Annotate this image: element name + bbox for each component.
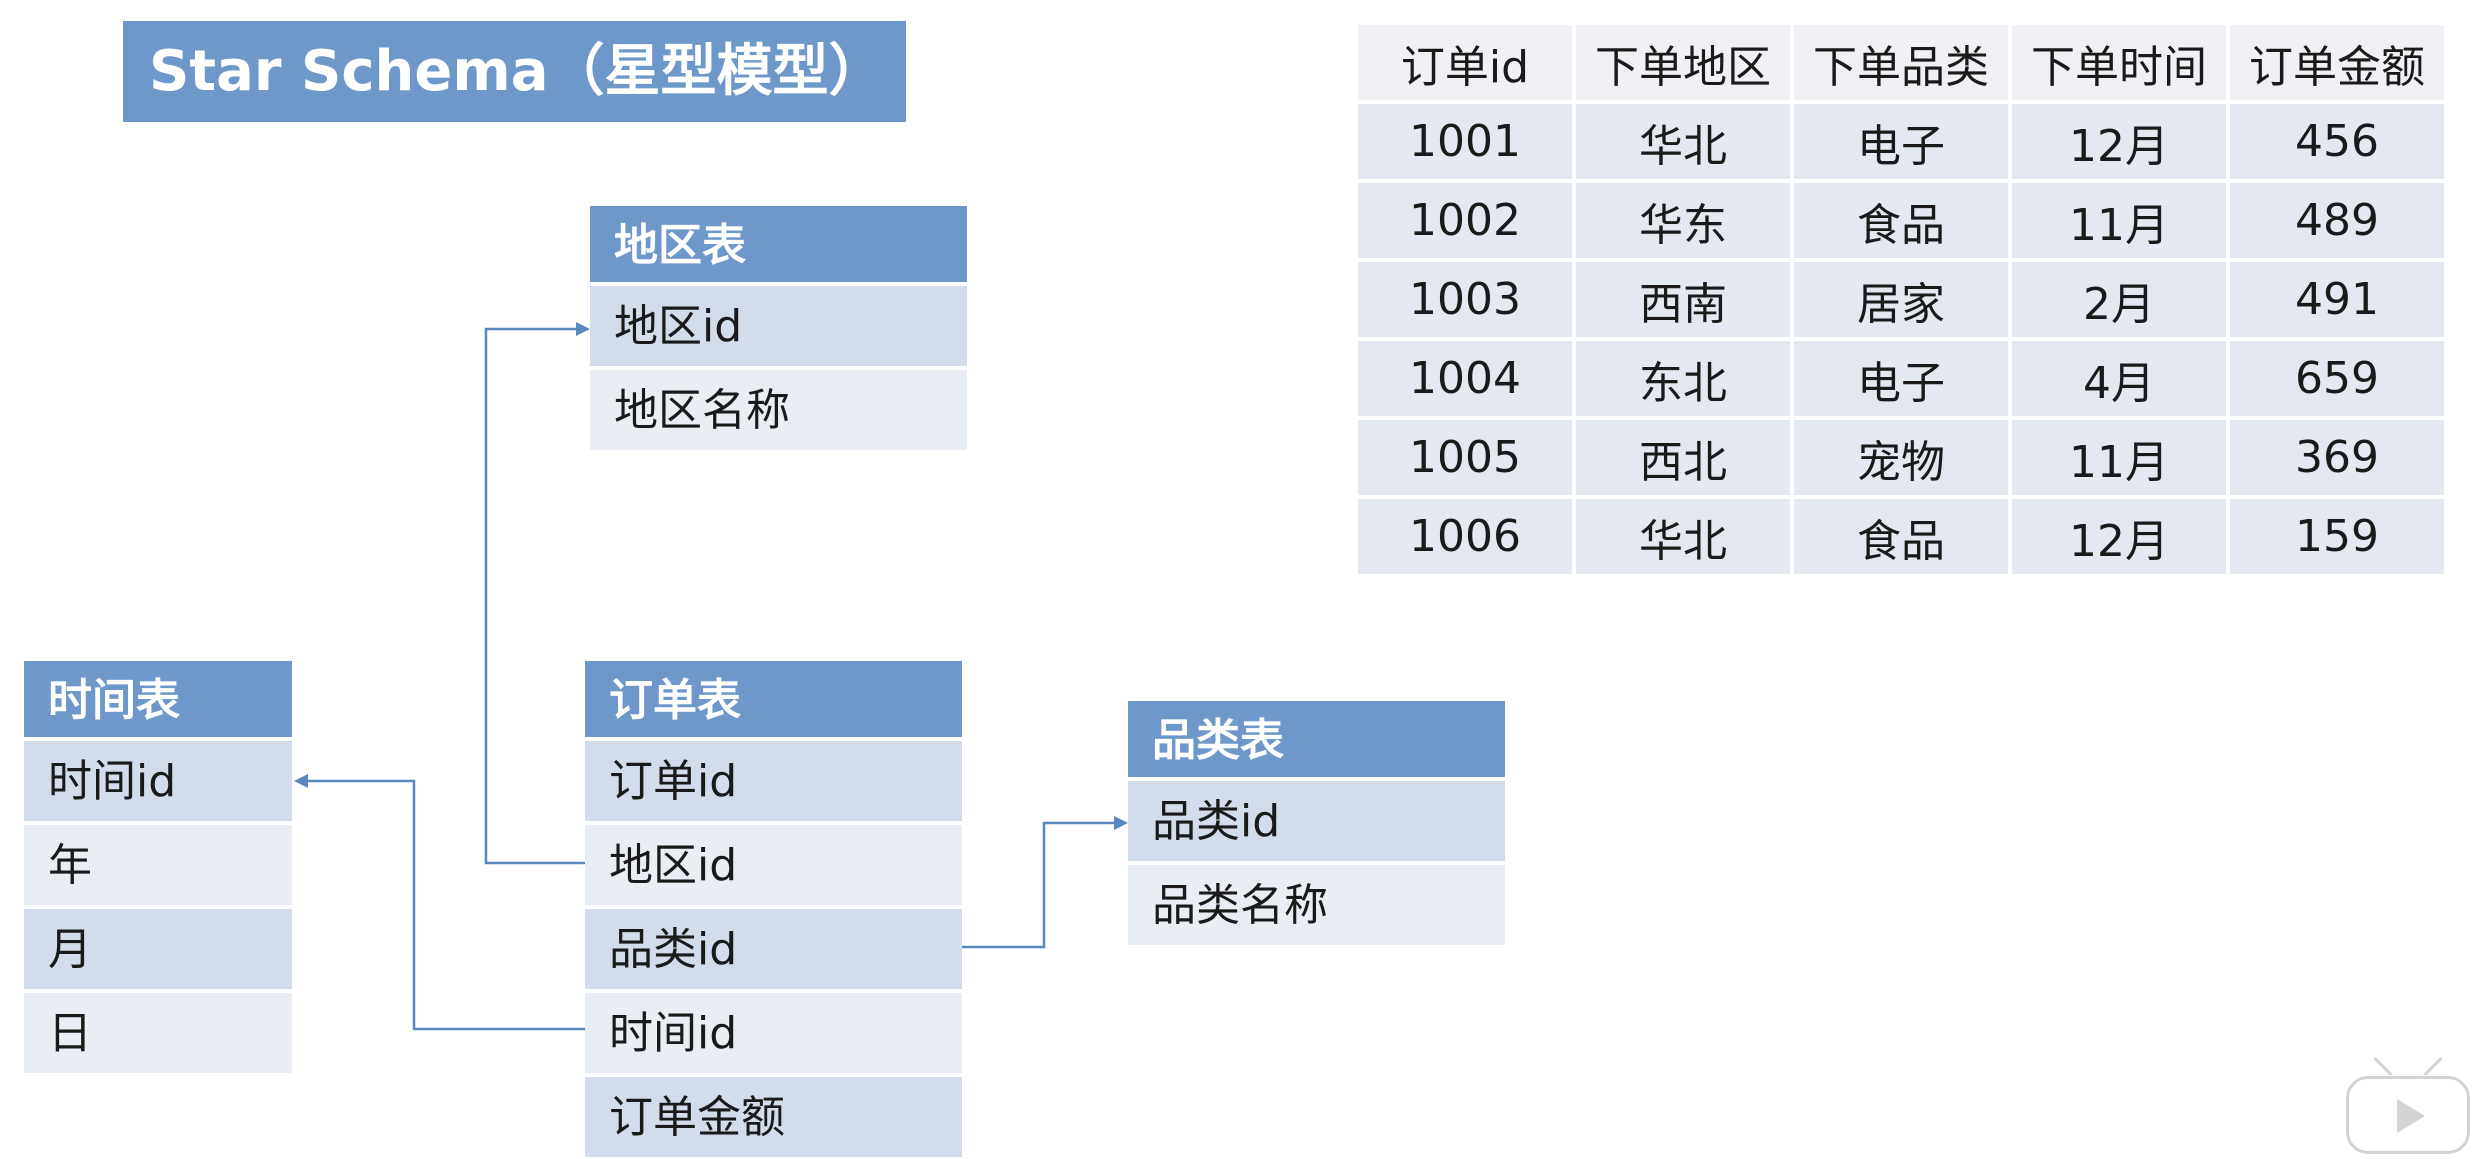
table-cell: 1006 [1358, 499, 1572, 574]
table-cell: 1003 [1358, 262, 1572, 337]
category-field-category-name: 品类名称 [1128, 865, 1505, 945]
table-row: 1001 华北 电子 12月 456 [1358, 104, 2444, 179]
table-cell: 11月 [2012, 420, 2226, 495]
time-field-day: 日 [24, 993, 292, 1073]
time-table-header: 时间表 [24, 661, 292, 737]
column-header: 下单地区 [1576, 25, 1790, 100]
table-row: 1006 华北 食品 12月 159 [1358, 499, 2444, 574]
region-field-region-name: 地区名称 [590, 370, 967, 450]
table-cell: 食品 [1794, 499, 2008, 574]
region-table-entity: 地区表 地区id 地区名称 [590, 206, 967, 450]
table-row: 1004 东北 电子 4月 659 [1358, 341, 2444, 416]
table-row: 1002 华东 食品 11月 489 [1358, 183, 2444, 258]
table-cell: 居家 [1794, 262, 2008, 337]
table-cell: 11月 [2012, 183, 2226, 258]
category-field-category-id: 品类id [1128, 781, 1505, 861]
table-cell: 456 [2230, 104, 2444, 179]
table-cell: 华东 [1576, 183, 1790, 258]
table-cell: 4月 [2012, 341, 2226, 416]
table-cell: 489 [2230, 183, 2444, 258]
order-field-order-id: 订单id [585, 741, 962, 821]
connector-order-region [484, 322, 590, 865]
region-field-region-id: 地区id [590, 286, 967, 366]
category-table-header: 品类表 [1128, 701, 1505, 777]
table-cell: 宠物 [1794, 420, 2008, 495]
column-header: 下单时间 [2012, 25, 2226, 100]
table-cell: 食品 [1794, 183, 2008, 258]
time-field-month: 月 [24, 909, 292, 989]
order-field-category-id: 品类id [585, 909, 962, 989]
table-cell: 1001 [1358, 104, 1572, 179]
table-cell: 华北 [1576, 499, 1790, 574]
table-cell: 12月 [2012, 499, 2226, 574]
table-row: 1003 西南 居家 2月 491 [1358, 262, 2444, 337]
order-field-time-id: 时间id [585, 993, 962, 1073]
order-field-amount: 订单金额 [585, 1077, 962, 1157]
column-header: 订单id [1358, 25, 1572, 100]
table-cell: 1004 [1358, 341, 1572, 416]
category-table-entity: 品类表 品类id 品类名称 [1128, 701, 1505, 945]
table-cell: 369 [2230, 420, 2444, 495]
order-table-header: 订单表 [585, 661, 962, 737]
time-field-year: 年 [24, 825, 292, 905]
table-cell: 2月 [2012, 262, 2226, 337]
table-row: 1005 西北 宠物 11月 369 [1358, 420, 2444, 495]
table-cell: 491 [2230, 262, 2444, 337]
video-play-icon[interactable] [2346, 1056, 2470, 1154]
table-cell: 1005 [1358, 420, 1572, 495]
orders-data-table: 订单id 下单地区 下单品类 下单时间 订单金额 1001 华北 电子 12月 … [1354, 21, 2448, 578]
play-triangle-icon [2397, 1099, 2425, 1133]
column-header: 下单品类 [1794, 25, 2008, 100]
table-header-row: 订单id 下单地区 下单品类 下单时间 订单金额 [1358, 25, 2444, 100]
table-cell: 电子 [1794, 104, 2008, 179]
table-cell: 东北 [1576, 341, 1790, 416]
table-cell: 12月 [2012, 104, 2226, 179]
connector-order-time [294, 774, 585, 1031]
connector-order-category [962, 816, 1128, 949]
region-table-header: 地区表 [590, 206, 967, 282]
table-cell: 电子 [1794, 341, 2008, 416]
table-cell: 西南 [1576, 262, 1790, 337]
order-table-entity: 订单表 订单id 地区id 品类id 时间id 订单金额 [585, 661, 962, 1157]
table-cell: 华北 [1576, 104, 1790, 179]
table-cell: 1002 [1358, 183, 1572, 258]
table-cell: 西北 [1576, 420, 1790, 495]
time-table-entity: 时间表 时间id 年 月 日 [24, 661, 292, 1073]
table-cell: 159 [2230, 499, 2444, 574]
order-field-region-id: 地区id [585, 825, 962, 905]
table-cell: 659 [2230, 341, 2444, 416]
column-header: 订单金额 [2230, 25, 2444, 100]
time-field-time-id: 时间id [24, 741, 292, 821]
